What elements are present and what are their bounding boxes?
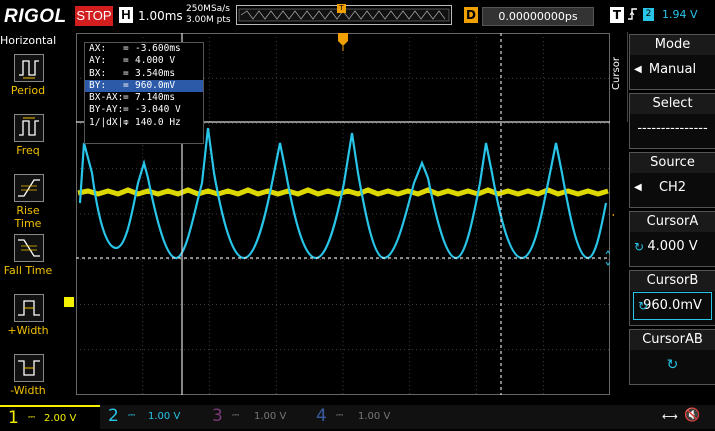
ch3-status[interactable]: 3 ⎓ 1.00 V — [206, 405, 306, 429]
measure-menu-title: Horizontal — [0, 34, 57, 47]
measure-negative-width-button[interactable]: -Width — [3, 350, 53, 406]
ch2-scale: 1.00 V — [148, 411, 181, 422]
dc-coupling-icon: ⎓ — [28, 413, 36, 423]
ch2-number: 2 — [108, 406, 119, 426]
measure-period-label: Period — [10, 84, 46, 97]
measure-period-button[interactable]: Period — [3, 50, 53, 106]
measure-negative-width-label: -Width — [10, 384, 46, 397]
ch4-scale: 1.00 V — [358, 411, 391, 422]
measure-freq-label: Freq — [16, 144, 40, 157]
rotate-knob-icon: ↻ — [634, 240, 645, 254]
cursor-readout-row-selected: BY: = 960.0mV — [85, 79, 203, 93]
top-status-bar: RIGOL STOP H 1.00ms 250MSa/s 3.00M pts T… — [0, 0, 715, 32]
left-arrow-icon: ◀ — [634, 182, 642, 193]
usb-icon: 🔇 — [684, 408, 701, 423]
ch3-scale: 1.00 V — [254, 411, 287, 422]
delay-value[interactable]: 0.00000000ps — [482, 7, 594, 26]
timebase-value[interactable]: 1.00ms — [138, 9, 183, 23]
speaker-icon[interactable]: ⟷ — [662, 410, 678, 423]
dc-coupling-icon: ⎓ — [232, 411, 240, 421]
select-value: --------------- — [637, 121, 708, 136]
cursor-b-label: CursorB — [630, 271, 715, 291]
measure-rise-time-label: Rise Time — [14, 204, 42, 230]
source-value: ◀ CH2 — [630, 173, 715, 203]
memory-depth: 3.00M pts — [186, 15, 231, 25]
measure-positive-width-button[interactable]: +Width — [3, 290, 53, 346]
trigger-source[interactable]: 2 — [643, 8, 654, 21]
mode-button[interactable]: Mode ◀ Manual — [629, 34, 715, 90]
rotate-knob-icon: ↻ — [638, 299, 649, 313]
negative-width-icon — [14, 354, 44, 382]
trigger-position-marker: T — [337, 4, 346, 13]
cursor-b-button[interactable]: CursorB ↻ 960.0mV — [629, 270, 715, 326]
cursor-a-label: CursorA — [630, 212, 715, 232]
ch3-number: 3 — [212, 406, 223, 426]
trigger-level[interactable]: 1.94 V — [662, 8, 698, 21]
rotate-knob-icon: ↻ — [666, 357, 679, 373]
source-button[interactable]: Source ◀ CH2 — [629, 152, 715, 208]
brand-logo: RIGOL — [4, 6, 67, 27]
cursor-b-value: ↻ 960.0mV — [633, 292, 712, 320]
cursor-ab-label: CursorAB — [630, 330, 715, 350]
cursor-a-button[interactable]: CursorA ↻ 4.000 V — [629, 211, 715, 267]
measure-fall-time-label: Fall Time — [3, 264, 53, 277]
acquisition-info: 250MSa/s 3.00M pts — [186, 4, 231, 26]
cursor-readout-row: BY-AY: = -3.040 V — [89, 104, 181, 116]
ch1-number: 1 — [8, 408, 19, 428]
ch2-status[interactable]: 2 ⎓ 1.00 V — [102, 405, 202, 429]
cursor-readout-row: AX: = -3.600ms — [89, 43, 181, 54]
measure-positive-width-label: +Width — [7, 324, 49, 337]
measure-fall-time-button[interactable]: Fall Time — [3, 230, 53, 286]
dc-coupling-icon: ⎓ — [128, 411, 136, 421]
freq-measure-icon — [14, 114, 44, 142]
rising-edge-icon — [627, 7, 639, 24]
memory-overview-bar[interactable]: T — [236, 4, 452, 25]
ch4-status[interactable]: 4 ⎓ 1.00 V — [310, 405, 410, 429]
fall-time-icon — [14, 234, 44, 262]
cursor-menu: Cursor Mode ◀ Manual Select -------------… — [611, 32, 715, 405]
rise-time-icon — [14, 174, 44, 202]
dc-coupling-icon: ⎓ — [336, 411, 344, 421]
period-measure-icon — [14, 54, 44, 82]
cursor-a-value: ↻ 4.000 V — [630, 232, 715, 262]
ch1-ground-marker — [64, 297, 74, 307]
cursor-readout-row: BX: = 3.540ms — [89, 67, 176, 79]
positive-width-icon — [14, 294, 44, 322]
cursor-readout-panel: AX: = -3.600ms AY: = 4.000 V BX: = 3.540ms BY:… — [84, 42, 204, 144]
trigger-label: T — [610, 7, 624, 23]
cursor-readout-row: 1/|dX|: = 140.0 Hz — [89, 116, 181, 128]
source-label: Source — [630, 153, 715, 173]
cursor-readout-row: BX-AX: = 7.140ms — [89, 92, 176, 104]
select-button[interactable]: Select --------------- — [629, 93, 715, 149]
measure-rise-time-button[interactable]: Rise Time — [3, 170, 53, 230]
cursor-menu-side-title: Cursor — [611, 32, 628, 122]
mode-label: Mode — [630, 35, 715, 55]
delay-label: D — [464, 7, 478, 23]
mode-value: ◀ Manual — [630, 55, 715, 85]
timebase-label: H — [119, 7, 133, 23]
measure-freq-button[interactable]: Freq — [3, 110, 53, 166]
select-label: Select — [630, 94, 715, 114]
channel-status-bar: 1 ⎓ 2.00 V 2 ⎓ 1.00 V 3 ⎓ 1.00 V 4 ⎓ 1.0… — [0, 405, 715, 431]
ch4-number: 4 — [316, 406, 327, 426]
cursor-ab-value: ↻ — [630, 350, 715, 380]
measure-menu: Horizontal Period Freq Rise Time Fall Ti… — [0, 32, 57, 406]
run-stop-status[interactable]: STOP — [75, 6, 113, 26]
cursor-readout-row: AY: = 4.000 V — [89, 55, 176, 67]
ch1-scale: 2.00 V — [44, 413, 77, 424]
ch1-status[interactable]: 1 ⎓ 2.00 V — [0, 405, 100, 431]
sample-rate: 250MSa/s — [186, 4, 230, 14]
left-arrow-icon: ◀ — [634, 64, 642, 75]
cursor-ab-button[interactable]: CursorAB ↻ — [629, 329, 715, 385]
